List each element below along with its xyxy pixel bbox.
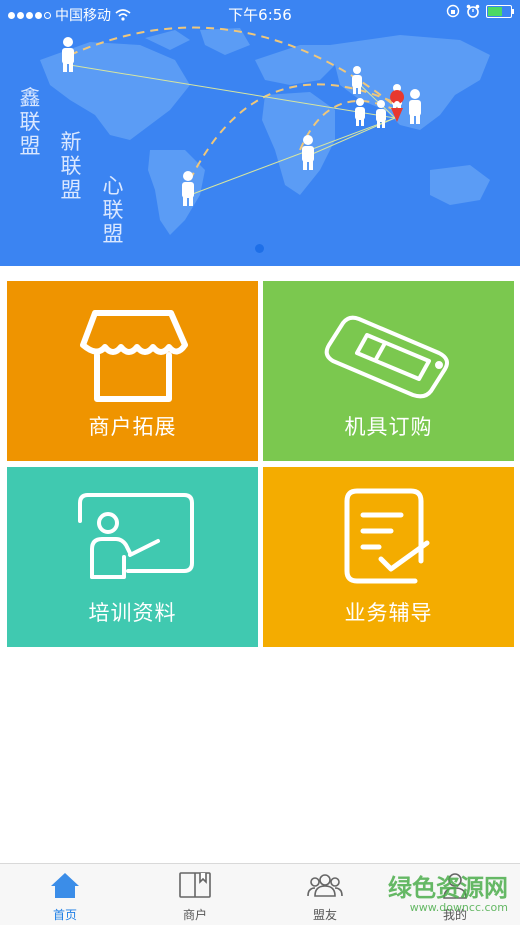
teacher-board-icon [77,493,194,579]
tile-device-ordering[interactable]: 机具订购 [263,281,514,461]
banner-label-1: 鑫联盟 [19,86,41,158]
home-icon [51,873,79,898]
status-time: 下午6:56 [228,6,292,24]
tile-label: 商户拓展 [88,415,177,439]
banner-label-2: 新联盟 [60,130,82,202]
tile-training-materials[interactable]: 培训资料 [7,467,258,647]
tile-label: 业务辅导 [344,601,433,625]
notepad-check-icon [344,488,429,584]
banner-label-3: 心联盟 [102,174,124,246]
tab-allies[interactable]: 盟友 [260,864,390,925]
store-icon [79,310,188,402]
people-icon [307,874,343,897]
tile-label: 机具订购 [344,415,433,439]
battery-icon [486,4,514,18]
tab-label: 盟友 [312,908,337,922]
alarm-icon [466,4,480,18]
tile-merchant-expansion[interactable]: 商户拓展 [7,281,258,461]
watermark-text: 绿色资源网 [388,874,508,902]
tile-label: 培训资料 [88,601,177,625]
carousel-page-indicator[interactable] [255,244,264,253]
tile-business-guidance[interactable]: 业务辅导 [263,467,514,647]
status-bar: 中国移动 下午6:56 [0,0,520,26]
orientation-lock-icon [446,4,460,18]
site-watermark: 绿色资源网 www.downcc.com [388,868,508,914]
tab-home[interactable]: 首页 [0,864,130,925]
banner-carousel[interactable]: 中国移动 下午6:56 鑫联盟 新联盟 心联盟 [0,0,520,266]
book-icon [179,872,211,898]
tab-merchant[interactable]: 商户 [130,864,260,925]
tab-label: 商户 [182,908,207,922]
watermark-url: www.downcc.com [409,901,508,914]
tab-label: 首页 [52,908,77,922]
pos-terminal-icon [324,315,449,399]
